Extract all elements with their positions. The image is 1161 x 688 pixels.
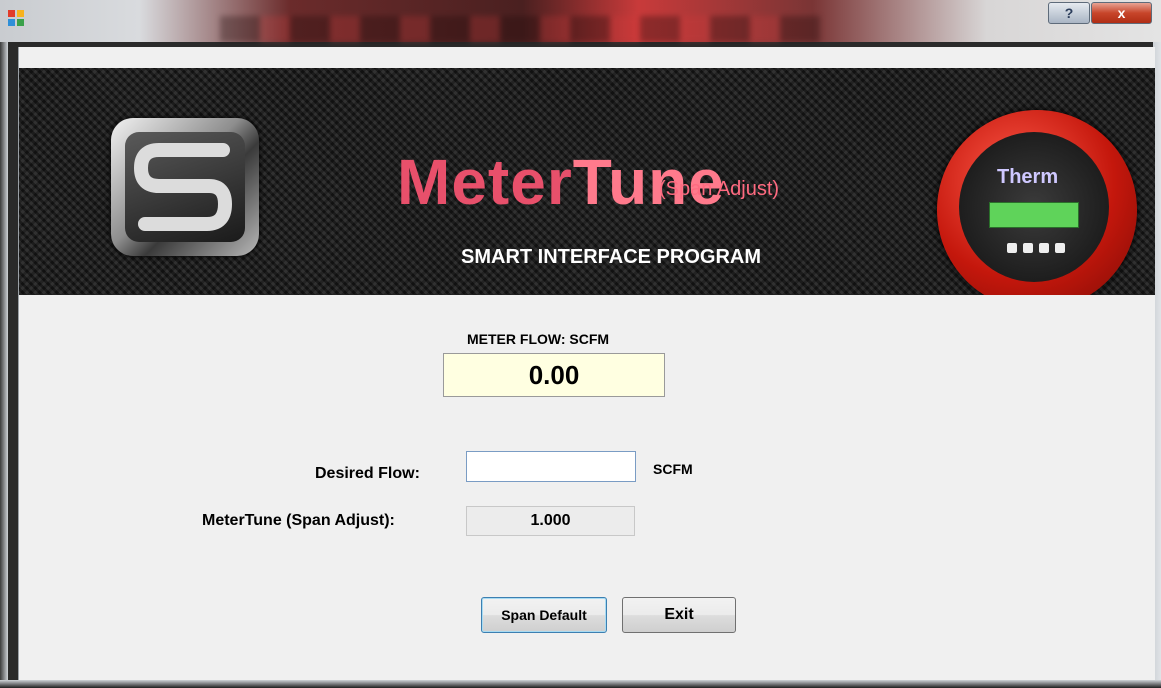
window-frame-bottom (0, 680, 1161, 688)
flow-meter-device-image: Therm (937, 110, 1137, 295)
header-banner: MeterTune (Span Adjust) SMART INTERFACE … (19, 68, 1155, 295)
close-button[interactable]: x (1091, 2, 1152, 24)
exit-button[interactable]: Exit (622, 597, 736, 633)
desired-flow-unit: SCFM (653, 461, 693, 477)
app-window: ? x MeterTune (Span Adjust) SMART INTERF… (0, 0, 1161, 688)
close-icon: x (1117, 5, 1126, 21)
product-subtitle: (Span Adjust) (659, 178, 780, 200)
title-bar[interactable]: ? x (0, 0, 1161, 42)
help-button[interactable]: ? (1048, 2, 1090, 24)
device-lcd-icon (989, 202, 1079, 228)
span-adjust-label: MeterTune (Span Adjust): (202, 512, 395, 529)
banner-tagline: SMART INTERFACE PROGRAM (461, 246, 761, 268)
desired-flow-label: Desired Flow: (315, 465, 420, 482)
span-default-button[interactable]: Span Default (481, 597, 607, 633)
s-logo-icon (134, 143, 232, 231)
span-adjust-value: 1.000 (466, 506, 635, 536)
client-area: MeterTune (Span Adjust) SMART INTERFACE … (18, 47, 1155, 680)
help-icon: ? (1064, 5, 1074, 21)
meter-flow-label: METER FLOW: SCFM (467, 331, 610, 347)
window-frame-left (0, 42, 8, 688)
title-bar-background (220, 16, 820, 42)
meter-flow-display: 0.00 (443, 353, 665, 397)
app-icon[interactable] (8, 10, 26, 28)
desired-flow-input[interactable] (466, 451, 636, 482)
device-keypad-icon (1007, 240, 1077, 260)
s-logo (111, 118, 259, 256)
device-brand: Therm (997, 166, 1059, 188)
